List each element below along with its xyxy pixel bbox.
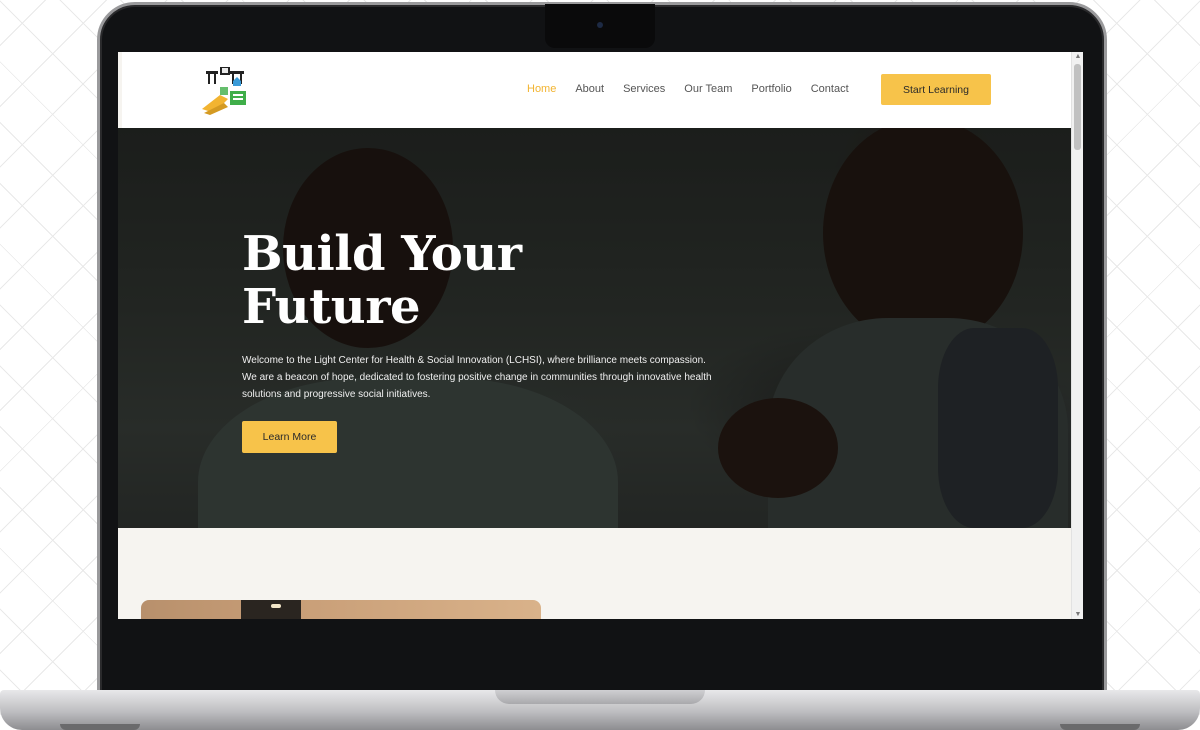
hero-title: Build Your Future <box>242 226 522 335</box>
nav-portfolio[interactable]: Portfolio <box>751 83 791 95</box>
laptop-foot-left <box>60 724 140 730</box>
about-section <box>118 528 1071 619</box>
chevron-up-icon[interactable]: ▲ <box>1072 53 1083 60</box>
learn-more-button[interactable]: Learn More <box>242 420 337 453</box>
start-learning-button[interactable]: Start Learning <box>881 74 991 105</box>
nav-home[interactable]: Home <box>527 83 556 95</box>
about-photo <box>141 600 541 619</box>
nav-contact[interactable]: Contact <box>811 83 849 95</box>
laptop-base-notch <box>495 690 705 704</box>
hero-section: Build Your Future Welcome to the Light C… <box>118 128 1071 528</box>
lchsi-logo[interactable] <box>200 65 252 117</box>
scrollbar-thumb[interactable] <box>1074 64 1081 150</box>
hero-description: Welcome to the Light Center for Health &… <box>242 354 712 400</box>
nav-about[interactable]: About <box>575 83 604 95</box>
laptop-foot-right <box>1060 724 1140 730</box>
nav-services[interactable]: Services <box>623 83 665 95</box>
about-photo-light <box>271 604 281 608</box>
about-photo-shadow <box>241 600 301 619</box>
nav-our-team[interactable]: Our Team <box>684 83 732 95</box>
main-nav: Home About Services Our Team Portfolio C… <box>527 83 868 95</box>
browser-viewport: Home About Services Our Team Portfolio C… <box>118 52 1083 619</box>
camera-icon <box>597 22 603 28</box>
chevron-down-icon[interactable]: ▼ <box>1072 611 1083 618</box>
hero-content: Build Your Future Welcome to the Light C… <box>242 228 712 453</box>
page-scrollbar[interactable]: ▲ ▼ <box>1071 52 1083 619</box>
site-header: Home About Services Our Team Portfolio C… <box>122 52 1071 128</box>
